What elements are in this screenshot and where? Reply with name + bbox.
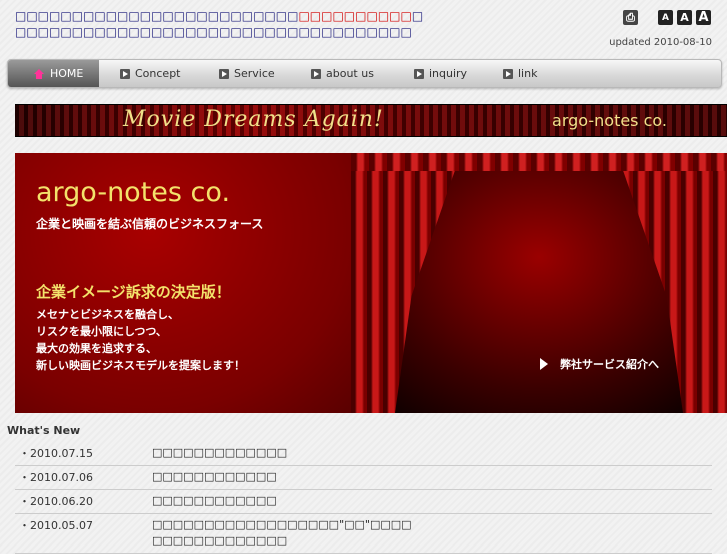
intro-line-2: □□□□□□□□□□□□□□□□□□□□□□□□□□□□□□□□□□□ xyxy=(15,25,412,39)
left-curtain xyxy=(351,153,461,413)
news-list: 2010.07.15 □□□□□□□□□□□□□ 2010.07.06 □□□□… xyxy=(15,442,712,554)
banner-brand: argo-notes co. xyxy=(552,111,667,130)
arrow-bullet-icon xyxy=(414,68,424,79)
news-item: 2010.07.15 □□□□□□□□□□□□□ xyxy=(15,442,712,466)
hero-body: メセナとビジネスを融合し、 リスクを最小限にしつつ、 最大の効果を追求する、 新… xyxy=(36,306,245,374)
nav-about-label: about us xyxy=(326,67,374,80)
hero-tagline: 企業と映画を結ぶ信頼のビジネスフォース xyxy=(36,217,264,231)
news-text[interactable]: □□□□□□□□□□□□□□□□□□"□□"□□□□ □□□□□□□□□□□□□ xyxy=(152,517,712,549)
intro-line-1-end: □ xyxy=(411,9,424,23)
nav-home-label: HOME xyxy=(50,67,84,80)
hero-body-line: メセナとビジネスを融合し、 xyxy=(36,308,179,321)
nav-concept-label: Concept xyxy=(135,67,181,80)
font-size-small-button[interactable]: A xyxy=(658,10,673,25)
nav-service[interactable]: Service xyxy=(219,60,275,87)
news-item: 2010.06.20 □□□□□□□□□□□□ xyxy=(15,490,712,514)
news-date: 2010.06.20 xyxy=(15,493,152,509)
main-nav: HOME Concept Service about us inquiry li… xyxy=(7,59,722,88)
nav-inquiry-label: inquiry xyxy=(429,67,468,80)
curtain-valance xyxy=(351,153,727,171)
news-text-line: □□□□□□□□□□□□□ xyxy=(152,534,288,547)
news-date: 2010.07.15 xyxy=(15,445,152,461)
banner-title: Movie Dreams Again! xyxy=(123,107,384,132)
hero-body-line: 新しい映画ビジネスモデルを提案します！ xyxy=(36,359,245,372)
news-item: 2010.07.06 □□□□□□□□□□□□ xyxy=(15,466,712,490)
news-text[interactable]: □□□□□□□□□□□□ xyxy=(152,493,712,509)
arrow-bullet-icon xyxy=(219,68,229,79)
hero-text-panel: argo-notes co. 企業と映画を結ぶ信頼のビジネスフォース 企業イメー… xyxy=(15,153,351,413)
arrow-bullet-icon xyxy=(311,68,321,79)
play-arrow-icon xyxy=(540,358,548,370)
hero-heading: 企業イメージ訴求の決定版！ xyxy=(36,283,231,301)
home-icon xyxy=(34,68,45,79)
arrow-bullet-icon xyxy=(120,68,130,79)
news-text-line: □□□□□□□□□□□□□□□□□□"□□"□□□□ xyxy=(152,518,412,531)
nav-about[interactable]: about us xyxy=(311,60,374,87)
news-text[interactable]: □□□□□□□□□□□□□ xyxy=(152,445,712,461)
stage-curtain-image xyxy=(351,153,727,413)
news-date: 2010.05.07 xyxy=(15,517,152,549)
nav-home[interactable]: HOME xyxy=(8,60,100,87)
right-curtain xyxy=(617,153,727,413)
intro-highlight: □□□□□□□□□□ xyxy=(298,9,412,23)
tool-buttons: ⎙ A A A xyxy=(623,10,711,25)
service-intro-link[interactable]: 弊社サービス紹介へ xyxy=(540,356,659,372)
font-size-medium-button[interactable]: A xyxy=(677,10,692,25)
hero-body-line: リスクを最小限にしつつ、 xyxy=(36,325,167,338)
intro-text: □□□□□□□□□□□□□□□□□□□□□□□□□□□□□□□□□□□□ □□□… xyxy=(15,8,423,40)
news-item: 2010.05.07 □□□□□□□□□□□□□□□□□□"□□"□□□□ □□… xyxy=(15,514,712,554)
hero: argo-notes co. 企業と映画を結ぶ信頼のビジネスフォース 企業イメー… xyxy=(15,153,727,413)
updated-date: updated 2010-08-10 xyxy=(609,37,712,48)
intro-line-1-text: □□□□□□□□□□□□□□□□□□□□□□□□□ xyxy=(15,9,299,23)
nav-inquiry[interactable]: inquiry xyxy=(414,60,467,87)
nav-link-label: link xyxy=(518,67,538,80)
font-size-large-button[interactable]: A xyxy=(696,10,711,25)
header-banner: Movie Dreams Again! argo-notes co. xyxy=(15,104,727,137)
nav-concept[interactable]: Concept xyxy=(120,60,181,87)
arrow-bullet-icon xyxy=(503,68,513,79)
hero-body-line: 最大の効果を追求する、 xyxy=(36,342,157,355)
whats-new-heading: What's New xyxy=(7,424,81,437)
news-date: 2010.07.06 xyxy=(15,469,152,485)
print-icon[interactable]: ⎙ xyxy=(623,10,638,25)
nav-service-label: Service xyxy=(234,67,275,80)
service-intro-link-label: 弊社サービス紹介へ xyxy=(560,358,659,371)
intro-line-1: □□□□□□□□□□□□□□□□□□□□□□□□□□□□□□□□□□□□ xyxy=(15,8,423,24)
news-text[interactable]: □□□□□□□□□□□□ xyxy=(152,469,712,485)
nav-link[interactable]: link xyxy=(503,60,537,87)
hero-brand: argo-notes co. xyxy=(36,177,231,208)
